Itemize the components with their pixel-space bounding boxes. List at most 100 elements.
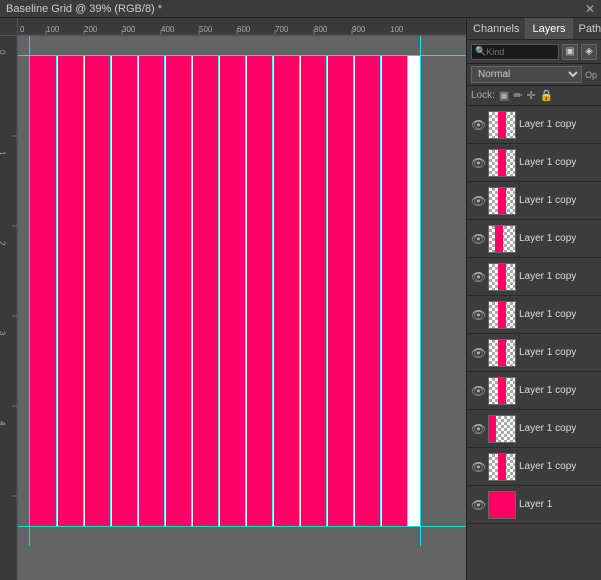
layer-visibility-icon[interactable]: 👁	[471, 384, 485, 398]
canvas-right-guide	[420, 36, 421, 546]
guide-line	[272, 56, 273, 526]
guide-line	[245, 56, 246, 526]
tab-paths[interactable]: Paths	[573, 18, 601, 39]
layer-thumbnail	[488, 301, 516, 329]
svg-text:100: 100	[46, 25, 60, 34]
guide-line	[380, 56, 381, 526]
layer-item-base[interactable]: 👁 Layer 1	[467, 486, 601, 524]
layer-name: Layer 1 copy	[519, 271, 597, 282]
layer-thumbnail	[488, 415, 516, 443]
search-box: 🔍	[471, 44, 559, 60]
guide-line	[218, 56, 219, 526]
layer-visibility-icon[interactable]: 👁	[471, 270, 485, 284]
guide-line	[407, 56, 408, 526]
layer-thumbnail	[488, 339, 516, 367]
layer-thumbnail	[488, 263, 516, 291]
layers-panel: Channels Layers Paths 🔍 ▣ ◈ Normal Op	[466, 18, 601, 580]
lock-image-icon[interactable]: ✏	[513, 89, 522, 102]
blend-mode-select[interactable]: Normal	[471, 66, 582, 83]
layer-item[interactable]: 👁 Layer 1 copy	[467, 372, 601, 410]
layer-item[interactable]: 👁 Layer 1 copy	[467, 410, 601, 448]
svg-text:100: 100	[390, 25, 404, 34]
svg-text:4: 4	[0, 421, 7, 426]
stripe	[328, 56, 353, 526]
svg-text:1: 1	[0, 151, 7, 156]
layer-item[interactable]: 👁 Layer 1 copy	[467, 334, 601, 372]
layers-list[interactable]: 👁 Layer 1 copy 👁 Layer 1 copy 👁	[467, 106, 601, 580]
filter-pixel-icon[interactable]: ▣	[562, 44, 578, 60]
layer-visibility-icon[interactable]: 👁	[471, 308, 485, 322]
layer-item[interactable]: 👁 Layer 1 copy	[467, 182, 601, 220]
lock-all-icon[interactable]: 🔒	[540, 89, 554, 102]
filter-adjust-icon[interactable]: ◈	[581, 44, 597, 60]
layer-visibility-icon[interactable]: 👁	[471, 118, 485, 132]
close-button[interactable]: ✕	[585, 2, 595, 16]
layer-visibility-icon[interactable]: 👁	[471, 194, 485, 208]
v-ruler-svg: 0 1 2 3 4	[0, 36, 18, 580]
thumb-stripe	[498, 340, 506, 366]
layer-thumbnail	[488, 453, 516, 481]
tab-layers[interactable]: Layers	[526, 18, 572, 39]
lock-position-icon[interactable]: ✛	[527, 89, 536, 102]
canvas-area: 0 100 200 300 400 500 600 700 800 900 10…	[0, 18, 466, 580]
lock-row: Lock: ▣ ✏ ✛ 🔒	[467, 86, 601, 106]
svg-text:800: 800	[314, 25, 328, 34]
thumb-solid	[489, 492, 515, 518]
stripe	[247, 56, 272, 526]
lock-transparency-icon[interactable]: ▣	[499, 89, 509, 102]
layer-item[interactable]: 👁 Layer 1 copy	[467, 258, 601, 296]
layer-visibility-icon[interactable]: 👁	[471, 498, 485, 512]
layer-item[interactable]: 👁 Layer 1 copy	[467, 106, 601, 144]
svg-text:2: 2	[0, 241, 7, 246]
thumb-stripe	[488, 416, 496, 442]
svg-text:3: 3	[0, 331, 7, 336]
guide-line	[164, 56, 165, 526]
svg-text:700: 700	[275, 25, 289, 34]
layer-name: Layer 1 copy	[519, 309, 597, 320]
layer-name: Layer 1 copy	[519, 423, 597, 434]
canvas-top-guide	[18, 55, 466, 56]
layer-name: Layer 1	[519, 499, 597, 510]
layer-visibility-icon[interactable]: 👁	[471, 422, 485, 436]
tab-channels[interactable]: Channels	[467, 18, 526, 39]
layer-visibility-icon[interactable]: 👁	[471, 232, 485, 246]
layer-thumbnail	[488, 225, 516, 253]
layer-thumbnail	[488, 187, 516, 215]
guide-line	[326, 56, 327, 526]
search-input[interactable]	[486, 47, 516, 57]
layer-name: Layer 1 copy	[519, 233, 597, 244]
stripe	[274, 56, 299, 526]
layer-item[interactable]: 👁 Layer 1 copy	[467, 220, 601, 258]
opacity-label: Op	[585, 70, 597, 80]
guide-line	[110, 56, 111, 526]
stripe	[166, 56, 191, 526]
thumb-stripe	[495, 226, 503, 252]
title-bar: Baseline Grid @ 39% (RGB/8) * ✕	[0, 0, 601, 18]
svg-text:0: 0	[0, 50, 7, 55]
ruler-corner	[0, 18, 18, 36]
layer-visibility-icon[interactable]: 👁	[471, 460, 485, 474]
layer-item[interactable]: 👁 Layer 1 copy	[467, 296, 601, 334]
canvas-left-guide	[29, 36, 30, 546]
layer-thumbnail	[488, 377, 516, 405]
layer-item[interactable]: 👁 Layer 1 copy	[467, 144, 601, 182]
stripe	[301, 56, 326, 526]
search-icon: 🔍	[475, 46, 486, 57]
guide-line	[191, 56, 192, 526]
main-content: 0 100 200 300 400 500 600 700 800 900 10…	[0, 18, 601, 580]
stripe	[112, 56, 137, 526]
svg-text:200: 200	[84, 25, 98, 34]
thumb-stripe	[498, 264, 506, 290]
svg-text:600: 600	[237, 25, 251, 34]
svg-text:400: 400	[161, 25, 175, 34]
layer-visibility-icon[interactable]: 👁	[471, 156, 485, 170]
layer-thumbnail	[488, 149, 516, 177]
layer-item[interactable]: 👁 Layer 1 copy	[467, 448, 601, 486]
layer-visibility-icon[interactable]: 👁	[471, 346, 485, 360]
svg-text:900: 900	[352, 25, 366, 34]
thumb-stripe	[498, 112, 506, 138]
stripe	[30, 56, 56, 526]
stripe	[355, 56, 380, 526]
thumb-stripe	[498, 302, 506, 328]
stripe	[220, 56, 245, 526]
